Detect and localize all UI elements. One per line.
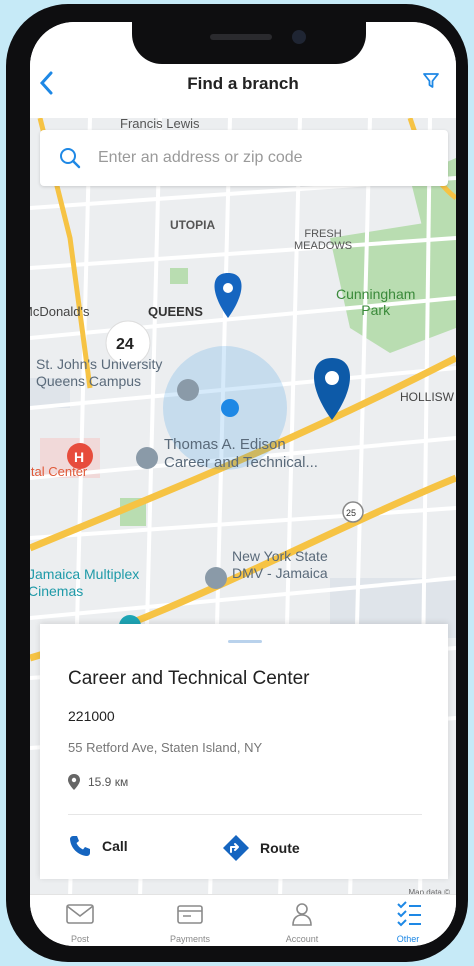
university-poi-icon[interactable] (177, 379, 199, 401)
branch-address: 55 Retford Ave, Staten Island, NY (68, 740, 263, 755)
map-label: Jamaica Multiplex Cinemas (30, 566, 140, 599)
call-label: Call (102, 838, 128, 854)
mail-icon (66, 904, 94, 924)
tab-label: Other (396, 934, 420, 944)
current-location-dot (221, 399, 239, 417)
tab-label: Payments (169, 934, 211, 944)
park-area (170, 268, 188, 284)
address-search-input[interactable] (96, 142, 430, 174)
tab-bar: Post Payments Account Other (30, 894, 456, 946)
map-label: St. John's University Queens Campus (36, 356, 163, 389)
pin-center (223, 283, 233, 293)
screen: H 25 24 Francis Lewis UTOPIA FRESH MEADO… (30, 22, 456, 946)
branch-distance: 15.9 км (68, 774, 128, 790)
map-label: UTOPIA (170, 218, 216, 232)
branch-detail-sheet: Career and Technical Center 221000 55 Re… (40, 624, 448, 879)
map-label: HOLLISW (400, 390, 455, 404)
tab-other[interactable]: Other (372, 901, 444, 944)
pin-center (325, 371, 339, 385)
route-label: Route (260, 840, 300, 856)
front-camera (292, 30, 306, 44)
map-label: Francis Lewis (120, 116, 200, 131)
branch-code: 221000 (68, 708, 115, 724)
map-label: McDonald's (30, 304, 90, 319)
phone-frame: H 25 24 Francis Lewis UTOPIA FRESH MEADO… (6, 4, 468, 962)
speaker (210, 34, 272, 40)
map-label: Thomas A. Edison Career and Technical... (164, 436, 318, 471)
cluster-count: 24 (116, 336, 134, 353)
tab-account[interactable]: Account (266, 901, 338, 944)
branch-pin-icon[interactable] (214, 273, 242, 318)
route-shield-label: 25 (346, 508, 356, 518)
directions-icon (223, 835, 249, 861)
sheet-handle[interactable] (228, 640, 262, 643)
phone-icon (70, 836, 90, 856)
map-label: ital Center (30, 464, 88, 479)
distance-value: 15.9 км (88, 775, 129, 789)
call-button[interactable]: Call (68, 834, 128, 858)
page-title: Find a branch (187, 74, 299, 93)
map-label: FRESH MEADOWS (294, 228, 353, 252)
wallet-icon (177, 905, 203, 924)
list-icon (397, 901, 421, 927)
tab-label: Account (285, 934, 319, 944)
hospital-glyph: H (74, 449, 84, 465)
person-icon (292, 903, 312, 926)
filter-icon[interactable] (422, 72, 440, 95)
map-label: QUEENS (148, 304, 203, 319)
search-bar (40, 130, 448, 186)
tab-label: Post (70, 934, 89, 944)
school-poi-icon[interactable] (136, 447, 158, 469)
map-label: New York State DMV - Jamaica (232, 548, 328, 581)
search-icon (60, 148, 81, 169)
tab-post[interactable]: Post (44, 901, 116, 944)
branch-name: Career and Technical Center (68, 668, 310, 689)
map-label: Cunningham Park (336, 286, 416, 318)
divider (68, 814, 422, 815)
route-button[interactable]: Route (222, 834, 300, 862)
location-pin-icon (68, 774, 80, 790)
tab-payments[interactable]: Payments (154, 901, 226, 944)
dmv-poi-icon[interactable] (205, 567, 227, 589)
